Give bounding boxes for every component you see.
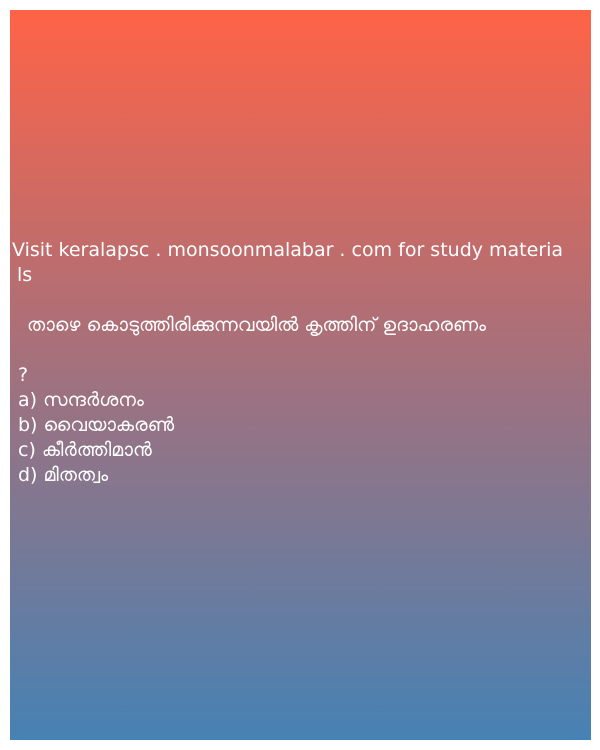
question-mark: ?: [18, 364, 29, 386]
question-card: Visit keralapsc . monsoonmalabar . com f…: [10, 10, 591, 740]
promo-line-1: Visit keralapsc . monsoonmalabar . com f…: [12, 239, 564, 261]
option-c: c) കീർത്തിമാൻ: [18, 439, 152, 461]
option-b: b) വൈയാകരൺ: [18, 414, 175, 436]
question-text: താഴെ കൊടുത്തിരിക്കുന്നവയിൽ കൃത്തിന് ഉദാഹ…: [27, 314, 487, 336]
promo-line-2: ls: [17, 264, 33, 286]
card-text: Visit keralapsc . monsoonmalabar . com f…: [10, 238, 591, 488]
option-a: a) സന്ദർശനം: [18, 389, 144, 411]
option-d: d) മിതത്വം: [18, 464, 109, 486]
